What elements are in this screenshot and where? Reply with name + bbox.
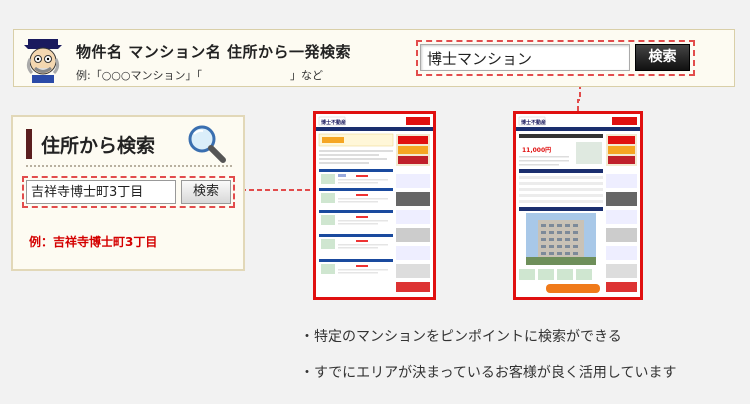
address-search-button[interactable]: 検索 [181, 180, 231, 204]
search-results-thumbnail: 博士不動産 [313, 111, 436, 300]
widget-example-text: 例：吉祥寺博士町3丁目 [29, 235, 158, 249]
property-detail-thumbnail: 博士不動産 11,000円 [513, 111, 643, 300]
site-logo-text-2: 博士不動産 [521, 119, 546, 126]
title-accent-bar [26, 129, 32, 159]
top-search-banner: 物件名 マンション名 住所から一発検索 例:「○○○マンション」「 」など 博士… [13, 29, 735, 87]
banner-search-input[interactable]: 博士マンション [420, 44, 630, 71]
feature-bullet-2: ・すでにエリアが決まっているお客様が良く活用しています [300, 365, 677, 381]
banner-title: 物件名 マンション名 住所から一発検索 [76, 43, 351, 61]
detail-page-preview: 博士不動産 11,000円 [516, 114, 640, 297]
professor-mascot-icon [24, 39, 62, 83]
site-logo-text: 博士不動産 [321, 119, 346, 126]
address-search-input[interactable]: 吉祥寺博士町3丁目 [26, 180, 176, 204]
widget-title: 住所から検索 [41, 135, 156, 157]
banner-search-button[interactable]: 検索 [635, 44, 690, 71]
feature-bullet-1: ・特定のマンションをピンポイントに検索ができる [300, 329, 622, 345]
dotted-divider [26, 165, 232, 167]
banner-example-text: 例:「○○○マンション」「 」など [76, 69, 323, 82]
address-search-widget: 住所から検索 吉祥寺博士町3丁目 検索 例：吉祥寺博士町3丁目 [11, 115, 245, 271]
results-page-preview: 博士不動産 [316, 114, 433, 297]
price-text: 11,000円 [522, 147, 551, 154]
magnifier-icon [188, 125, 226, 163]
